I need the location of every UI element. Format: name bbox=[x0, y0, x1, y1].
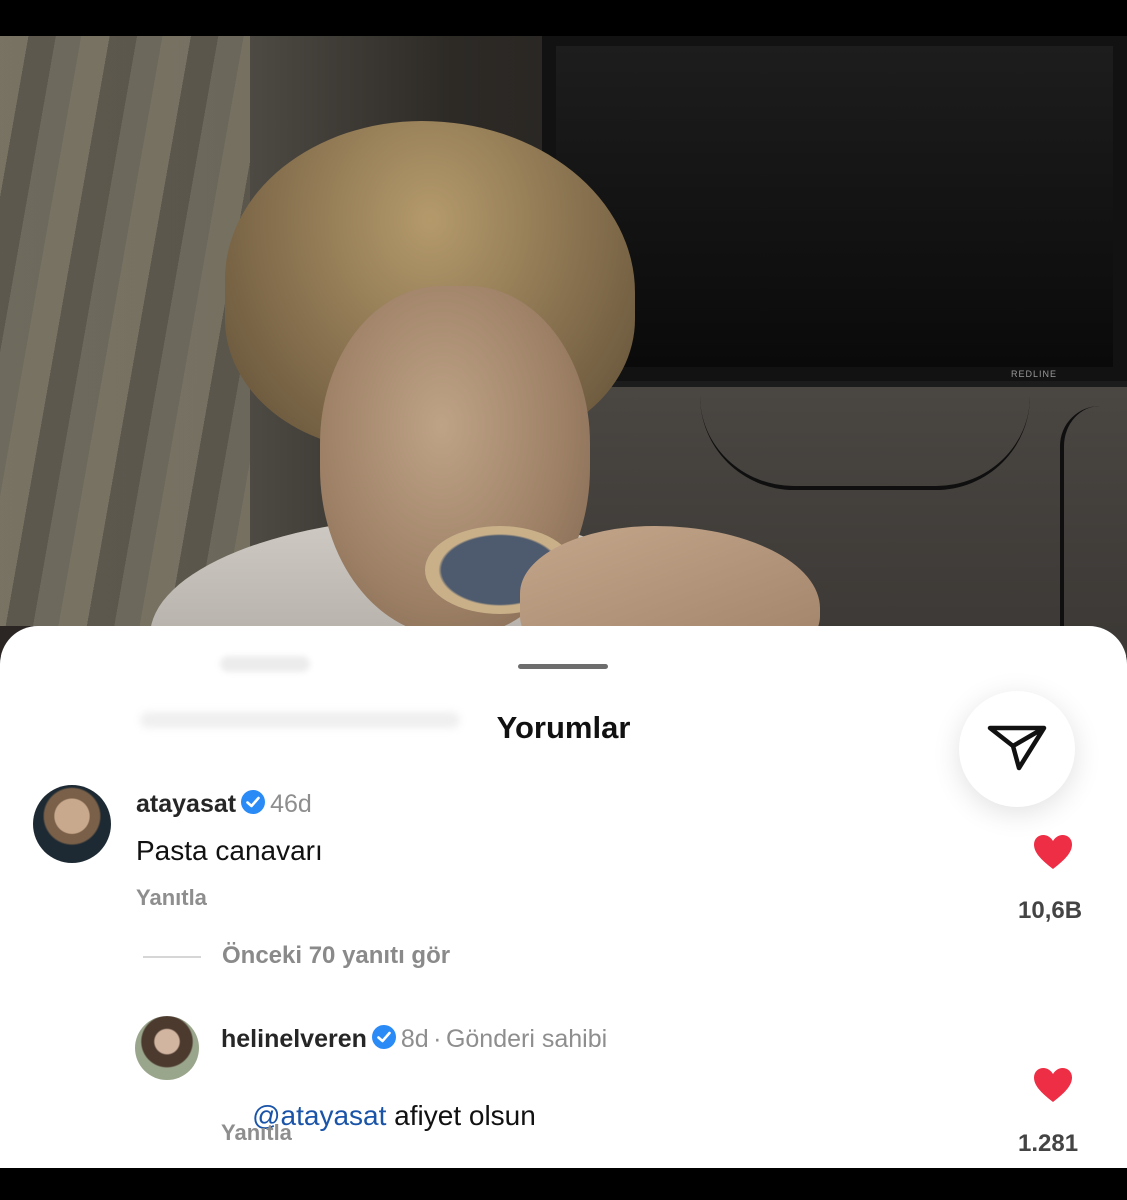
like-count: 10,6B bbox=[1018, 897, 1083, 924]
view-previous-replies[interactable]: Önceki 70 yanıtı gör bbox=[222, 942, 450, 970]
verified-badge-icon bbox=[371, 1024, 397, 1050]
reply-age: 8d bbox=[400, 1025, 429, 1053]
avatar[interactable] bbox=[135, 1016, 199, 1080]
comment-username[interactable]: atayasat bbox=[136, 790, 236, 818]
comment-age: 46d bbox=[270, 790, 312, 818]
comment-text: Pasta canavarı bbox=[136, 835, 323, 866]
post-photo: REDLINE bbox=[0, 36, 1127, 656]
heart-icon[interactable] bbox=[1032, 1066, 1074, 1109]
owner-label: Gönderi sahibi bbox=[445, 1025, 608, 1053]
divider bbox=[143, 956, 201, 958]
separator-dot: · bbox=[433, 1025, 442, 1053]
like-group bbox=[1022, 833, 1084, 876]
drag-handle[interactable] bbox=[518, 664, 608, 669]
reply-username[interactable]: helinelveren bbox=[221, 1025, 367, 1053]
like-group bbox=[1022, 1066, 1084, 1109]
share-button[interactable] bbox=[959, 691, 1075, 807]
sheet-title: Yorumlar bbox=[496, 710, 631, 745]
like-count: 1.281 bbox=[1018, 1130, 1079, 1157]
avatar[interactable] bbox=[33, 785, 111, 863]
heart-icon[interactable] bbox=[1032, 833, 1074, 876]
paper-plane-icon bbox=[986, 722, 1048, 777]
reply-button[interactable]: Yanıtla bbox=[221, 1120, 292, 1146]
verified-badge-icon bbox=[240, 789, 266, 815]
tv-brand-logo: REDLINE bbox=[1010, 369, 1057, 379]
reply-text: afiyet olsun bbox=[386, 1100, 536, 1131]
reply-button[interactable]: Yanıtla bbox=[136, 885, 207, 911]
